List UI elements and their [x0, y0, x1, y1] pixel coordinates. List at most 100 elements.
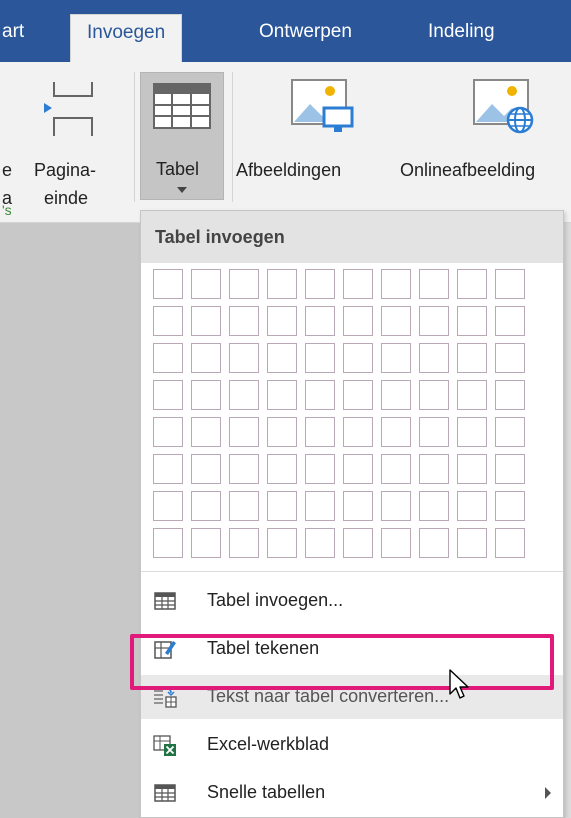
table-grid-cell[interactable] [381, 454, 411, 484]
table-grid-cell[interactable] [457, 306, 487, 336]
table-grid-cell[interactable] [229, 380, 259, 410]
table-grid-cell[interactable] [419, 491, 449, 521]
menu-item-excel-worksheet[interactable]: Excel-werkblad [141, 723, 563, 767]
table-grid-cell[interactable] [343, 528, 373, 558]
table-grid-cell[interactable] [191, 380, 221, 410]
table-grid-cell[interactable] [191, 269, 221, 299]
table-grid-cell[interactable] [495, 528, 525, 558]
table-grid-cell[interactable] [343, 454, 373, 484]
table-grid-cell[interactable] [419, 269, 449, 299]
table-grid-cell[interactable] [153, 417, 183, 447]
table-grid-cell[interactable] [343, 417, 373, 447]
table-grid-cell[interactable] [305, 306, 335, 336]
table-grid-cell[interactable] [495, 417, 525, 447]
tab-start[interactable]: art [2, 20, 24, 44]
table-grid-cell[interactable] [343, 343, 373, 373]
table-grid-cell[interactable] [267, 269, 297, 299]
table-grid-cell[interactable] [381, 343, 411, 373]
menu-item-insert-table[interactable]: Tabel invoegen... [141, 579, 563, 623]
table-grid-cell[interactable] [267, 454, 297, 484]
table-grid-cell[interactable] [305, 380, 335, 410]
table-grid-cell[interactable] [229, 269, 259, 299]
table-grid-cell[interactable] [495, 491, 525, 521]
tab-ontwerpen[interactable]: Ontwerpen [259, 20, 352, 44]
table-grid-cell[interactable] [343, 269, 373, 299]
table-grid-cell[interactable] [381, 528, 411, 558]
menu-item-label: Snelle tabellen [207, 782, 326, 802]
menu-item-label: Excel-werkblad [207, 734, 330, 754]
table-icon [153, 83, 211, 129]
table-grid-cell[interactable] [229, 343, 259, 373]
table-grid-cell[interactable] [305, 528, 335, 558]
table-grid-cell[interactable] [495, 343, 525, 373]
table-grid-cell[interactable] [229, 417, 259, 447]
table-grid-cell[interactable] [457, 269, 487, 299]
document-area [0, 223, 140, 818]
table-grid-cell[interactable] [153, 454, 183, 484]
table-grid-cell[interactable] [191, 343, 221, 373]
table-grid-cell[interactable] [457, 417, 487, 447]
table-grid-cell[interactable] [381, 491, 411, 521]
page-break-label-line2: einde [44, 188, 89, 208]
table-grid-cell[interactable] [229, 528, 259, 558]
table-grid-cell[interactable] [419, 417, 449, 447]
table-grid-cell[interactable] [419, 343, 449, 373]
table-grid-cell[interactable] [419, 454, 449, 484]
table-grid-cell[interactable] [191, 528, 221, 558]
table-grid-cell[interactable] [381, 306, 411, 336]
online-pictures-button[interactable]: Onlineafbeelding [398, 72, 571, 200]
table-grid-cell[interactable] [191, 454, 221, 484]
table-grid-cell[interactable] [305, 417, 335, 447]
menu-item-quick-tables[interactable]: Snelle tabellen [141, 771, 563, 815]
table-grid-cell[interactable] [419, 380, 449, 410]
quick-tables-icon [154, 784, 176, 802]
table-grid-cell[interactable] [419, 528, 449, 558]
pictures-button[interactable]: Afbeeldingen [236, 72, 396, 200]
table-grid-cell[interactable] [343, 491, 373, 521]
table-grid-cell[interactable] [495, 454, 525, 484]
table-grid-cell[interactable] [305, 491, 335, 521]
table-grid-cell[interactable] [305, 454, 335, 484]
table-grid-cell[interactable] [267, 306, 297, 336]
table-grid-cell[interactable] [305, 343, 335, 373]
table-grid-cell[interactable] [457, 343, 487, 373]
table-grid-cell[interactable] [381, 417, 411, 447]
table-grid-cell[interactable] [229, 491, 259, 521]
table-grid-cell[interactable] [267, 528, 297, 558]
table-grid-cell[interactable] [495, 380, 525, 410]
table-grid-cell[interactable] [381, 380, 411, 410]
table-size-grid[interactable] [153, 269, 525, 558]
table-grid-cell[interactable] [457, 528, 487, 558]
table-grid-cell[interactable] [495, 269, 525, 299]
table-grid-cell[interactable] [153, 343, 183, 373]
table-grid-cell[interactable] [457, 454, 487, 484]
table-grid-cell[interactable] [153, 491, 183, 521]
table-grid-cell[interactable] [153, 528, 183, 558]
table-grid-cell[interactable] [153, 306, 183, 336]
table-grid-cell[interactable] [495, 306, 525, 336]
table-grid-cell[interactable] [457, 491, 487, 521]
table-grid-cell[interactable] [267, 417, 297, 447]
table-grid-cell[interactable] [267, 380, 297, 410]
table-grid-cell[interactable] [267, 491, 297, 521]
table-grid-cell[interactable] [191, 417, 221, 447]
table-grid-cell[interactable] [153, 380, 183, 410]
tab-indeling[interactable]: Indeling [428, 20, 495, 44]
dropdown-header: Tabel invoegen [141, 211, 563, 263]
tab-invoegen[interactable]: Invoegen [70, 14, 183, 62]
table-grid-cell[interactable] [381, 269, 411, 299]
group-separator [134, 72, 135, 202]
table-grid-cell[interactable] [191, 306, 221, 336]
table-grid-cell[interactable] [343, 380, 373, 410]
table-grid-cell[interactable] [191, 491, 221, 521]
page-break-button[interactable]: Pagina- einde [30, 72, 125, 208]
table-grid-cell[interactable] [229, 454, 259, 484]
table-grid-cell[interactable] [229, 306, 259, 336]
table-grid-cell[interactable] [457, 380, 487, 410]
table-grid-cell[interactable] [153, 269, 183, 299]
table-grid-cell[interactable] [343, 306, 373, 336]
table-grid-cell[interactable] [419, 306, 449, 336]
table-grid-cell[interactable] [305, 269, 335, 299]
table-button[interactable]: Tabel [140, 72, 224, 200]
table-grid-cell[interactable] [267, 343, 297, 373]
